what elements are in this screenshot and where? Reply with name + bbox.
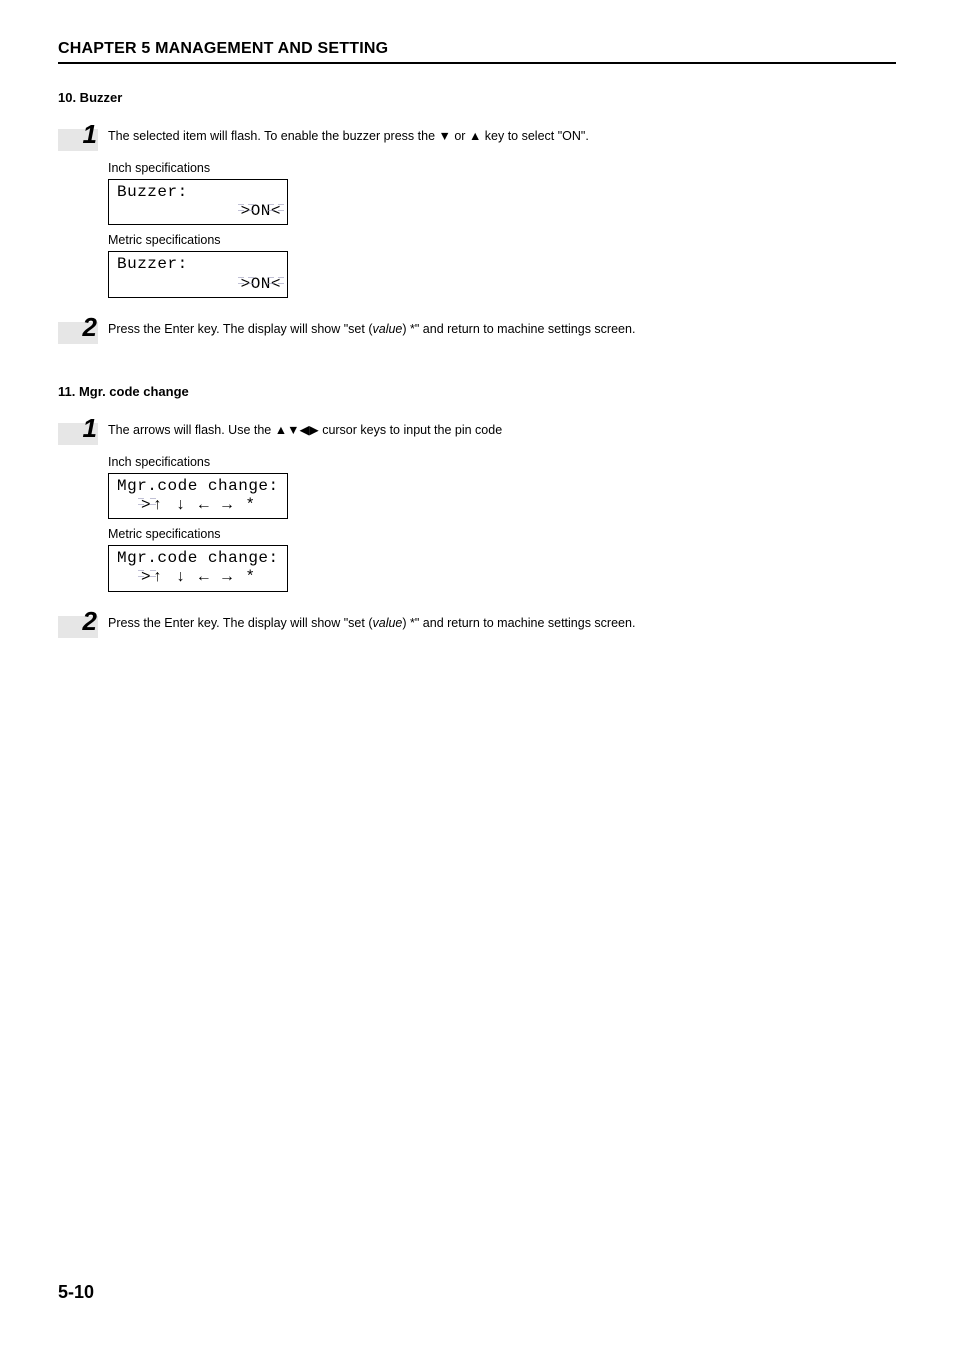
cursor-keys-icon: ▲▼◀▶: [275, 423, 319, 437]
chapter-title: CHAPTER 5 MANAGEMENT AND SETTING: [58, 40, 896, 64]
step-number: 2: [83, 606, 96, 637]
lcd-line2: >↑ ↓ ← → *: [117, 568, 281, 587]
lcd-line1: Buzzer:: [117, 183, 281, 202]
text-fragment: cursor keys to input the pin code: [319, 423, 502, 437]
step-11-1: 1 The arrows will flash. Use the ▲▼◀▶ cu…: [58, 421, 896, 445]
text-fragment: The selected item will flash. To enable …: [108, 129, 439, 143]
step-number-box: 2: [58, 322, 98, 344]
step-11-2: 2 Press the Enter key. The display will …: [58, 614, 896, 638]
step-number: 1: [83, 413, 96, 444]
blink-indicator-icon: <: [271, 202, 281, 221]
text-fragment: ) *" and return to machine settings scre…: [402, 616, 635, 630]
step-number: 1: [83, 119, 96, 150]
lcd-line2: >↑ ↓ ← → *: [117, 496, 281, 515]
blink-indicator-icon: <: [271, 275, 281, 294]
step-10-1: 1 The selected item will flash. To enabl…: [58, 127, 896, 151]
step-text: Press the Enter key. The display will sh…: [108, 320, 635, 339]
lcd-line1: Mgr.code change:: [117, 549, 281, 568]
section-heading-buzzer: 10. Buzzer: [58, 90, 896, 105]
step-number-box: 1: [58, 129, 98, 151]
text-fragment: ) *" and return to machine settings scre…: [402, 322, 635, 336]
document-page: CHAPTER 5 MANAGEMENT AND SETTING 10. Buz…: [0, 0, 954, 1351]
up-triangle-icon: ▲: [469, 129, 481, 143]
lcd-line2: >ON<: [117, 202, 281, 221]
text-fragment: The arrows will flash. Use the: [108, 423, 275, 437]
blink-indicator-icon: >: [141, 568, 153, 587]
lcd-display-buzzer-metric: Buzzer: >ON<: [108, 251, 288, 297]
section-heading-mgr-code: 11. Mgr. code change: [58, 384, 896, 399]
step-text: Press the Enter key. The display will sh…: [108, 614, 635, 633]
step-number-box: 2: [58, 616, 98, 638]
lcd-display-mgr-metric: Mgr.code change: >↑ ↓ ← → *: [108, 545, 288, 591]
lcd-line1: Buzzer:: [117, 255, 281, 274]
italic-value: value: [373, 616, 403, 630]
lcd-display-buzzer-inch: Buzzer: >ON<: [108, 179, 288, 225]
step-text: The arrows will flash. Use the ▲▼◀▶ curs…: [108, 421, 502, 440]
inch-spec-label: Inch specifications: [108, 161, 896, 175]
lcd-line2: >ON<: [117, 275, 281, 294]
page-number: 5-10: [58, 1282, 94, 1303]
metric-spec-label: Metric specifications: [108, 233, 896, 247]
text-fragment: Press the Enter key. The display will sh…: [108, 616, 373, 630]
blink-indicator-icon: >: [241, 202, 251, 221]
italic-value: value: [373, 322, 403, 336]
lcd-arrows: ↑ ↓ ← → *: [153, 496, 257, 514]
step-number: 2: [83, 312, 96, 343]
inch-spec-label: Inch specifications: [108, 455, 896, 469]
blink-indicator-icon: >: [141, 496, 153, 515]
text-fragment: or: [451, 129, 469, 143]
text-fragment: Press the Enter key. The display will sh…: [108, 322, 373, 336]
metric-spec-label: Metric specifications: [108, 527, 896, 541]
lcd-line1: Mgr.code change:: [117, 477, 281, 496]
lcd-arrows: ↑ ↓ ← → *: [153, 568, 257, 586]
step-10-2: 2 Press the Enter key. The display will …: [58, 320, 896, 344]
step-text: The selected item will flash. To enable …: [108, 127, 589, 146]
text-fragment: key to select "ON".: [481, 129, 589, 143]
step-number-box: 1: [58, 423, 98, 445]
down-triangle-icon: ▼: [439, 129, 451, 143]
lcd-display-mgr-inch: Mgr.code change: >↑ ↓ ← → *: [108, 473, 288, 519]
blink-indicator-icon: >: [241, 275, 251, 294]
